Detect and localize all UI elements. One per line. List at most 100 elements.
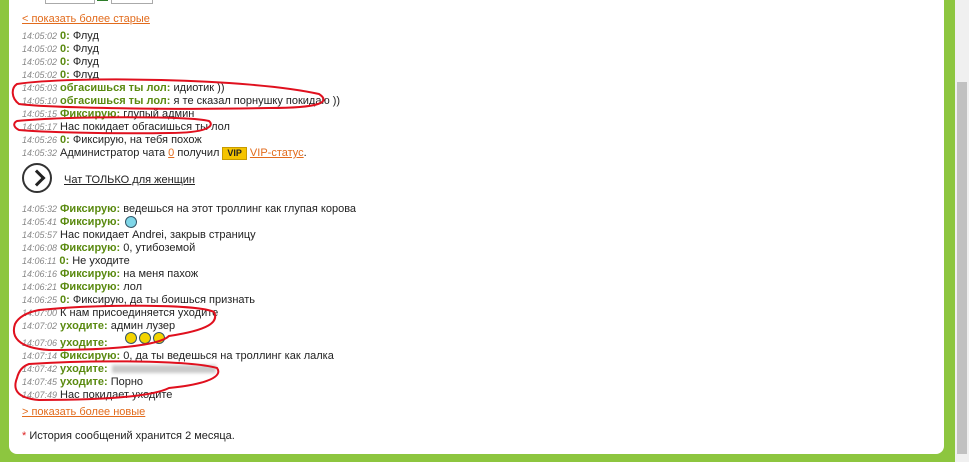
chat-message: 14:05:32 Фиксирую: ведешься на этот тролл…	[22, 203, 356, 216]
message-time: 14:05:57	[22, 230, 58, 240]
message-nick[interactable]: 0:	[60, 30, 70, 42]
message-time: 14:05:03	[22, 83, 58, 93]
message-time: 14:05:02	[22, 57, 58, 67]
system-message: 14:07:00 К нам присоединяется уходите	[22, 307, 218, 320]
message-text: Фиксирую, да ты боишься признать	[72, 294, 256, 306]
chat-message: 14:06:16 Фиксирую: на меня пахож	[22, 268, 198, 281]
smiley-icon	[125, 216, 138, 229]
message-time: 14:05:32	[22, 204, 58, 214]
vip-text-before: Администратор чата	[60, 147, 166, 159]
chat-message: 14:06:21 Фиксирую: лол	[22, 281, 142, 294]
message-nick[interactable]: Фиксирую:	[60, 281, 120, 293]
message-time: 14:05:32	[22, 148, 58, 158]
arrow-right-icon[interactable]	[22, 163, 52, 193]
message-time: 14:05:02	[22, 70, 58, 80]
message-text: Флуд	[72, 69, 99, 81]
system-message: 14:05:57 Нас покидает Andrei, закрыв стра…	[22, 229, 256, 242]
message-time: 14:07:45	[22, 377, 58, 387]
chat-message: 14:05:02 0: Флуд	[22, 56, 99, 69]
vip-dot: .	[303, 147, 307, 159]
message-text: Нас покидает обгасишься ты лол	[60, 121, 230, 133]
message-time: 14:05:17	[22, 122, 58, 132]
vip-badge: VIP	[222, 147, 247, 160]
message-text: Флуд	[72, 30, 99, 42]
message-text: глупый админ	[123, 108, 195, 120]
redacted-link	[111, 365, 216, 374]
top-button[interactable]	[111, 0, 153, 4]
chat-message: 14:05:03 обгасишься ты лол: идиотик ))	[22, 82, 224, 95]
message-time: 14:05:15	[22, 109, 58, 119]
message-nick[interactable]: 0:	[60, 43, 70, 55]
message-time: 14:06:21	[22, 282, 58, 292]
red-annotations	[11, 78, 325, 402]
vip-text-mid: получил	[177, 147, 220, 159]
system-message: 14:07:49 Нас покидает уходите	[22, 389, 172, 402]
message-time: 14:07:02	[22, 321, 58, 331]
message-nick[interactable]: уходите:	[60, 376, 108, 388]
message-time: 14:06:16	[22, 269, 58, 279]
message-nick[interactable]: Фиксирую:	[60, 242, 120, 254]
message-nick[interactable]: Фиксирую:	[60, 268, 120, 280]
chat-message: 14:07:45 уходите: Порно	[22, 376, 143, 389]
vip-user-link[interactable]: 0	[168, 147, 174, 159]
chat-message: 14:07:14 Фиксирую: 0, да ты ведешься на т…	[22, 350, 334, 363]
chat-message: 14:06:25 0: Фиксирую, да ты боишься призн…	[22, 294, 255, 307]
women-chat-link[interactable]: Чат ТОЛЬКО для женщин	[64, 174, 195, 186]
chat-message: 14:05:26 0: Фиксирую, на тебя похож	[22, 134, 202, 147]
chat-message: 14:07:06 уходите:	[22, 332, 165, 350]
message-time: 14:05:10	[22, 96, 58, 106]
message-text: Порно	[110, 376, 144, 388]
message-nick[interactable]: уходите:	[60, 320, 108, 332]
message-time: 14:07:42	[22, 364, 58, 374]
footnote-star: *	[22, 430, 27, 442]
vip-message: 14:05:32 Администратор чата 0 получил VIP V…	[22, 147, 307, 160]
message-nick[interactable]: Фиксирую:	[60, 108, 120, 120]
message-text: 0, да ты ведешься на троллинг как лалка	[123, 350, 334, 362]
message-nick[interactable]: 0:	[59, 255, 69, 267]
message-time: 14:05:26	[22, 135, 58, 145]
scrollbar-thumb[interactable]	[957, 82, 967, 454]
message-time: 14:06:11	[22, 256, 57, 266]
page-scrollbar[interactable]	[955, 0, 969, 462]
message-text: Фиксирую, на тебя похож	[72, 134, 202, 146]
message-nick[interactable]: обгасишься ты лол:	[60, 82, 170, 94]
show-newer-link[interactable]: > показать более новые	[22, 406, 145, 418]
message-text: лол	[123, 281, 143, 293]
message-time: 14:07:00	[22, 308, 58, 318]
message-nick[interactable]: обгасишься ты лол:	[60, 95, 170, 107]
chat-message: 14:06:11 0: Не уходите	[22, 255, 130, 268]
message-nick[interactable]: 0:	[60, 69, 70, 81]
message-nick[interactable]: 0:	[60, 134, 70, 146]
chat-message: 14:05:02 0: Флуд	[22, 30, 99, 43]
chat-message: 14:07:42 уходите:	[22, 363, 216, 376]
show-older-link[interactable]: < показать более старые	[22, 13, 150, 25]
message-nick[interactable]: 0:	[60, 294, 70, 306]
message-text: Не уходите	[72, 255, 130, 267]
message-nick[interactable]: 0:	[60, 56, 70, 68]
chat-panel: < показать более старые 14:05:02 0: Флуд …	[9, 0, 944, 454]
message-time: 14:06:08	[22, 243, 58, 253]
message-nick[interactable]: Фиксирую:	[60, 350, 120, 362]
top-input[interactable]	[45, 0, 95, 4]
message-time: 14:07:14	[22, 351, 58, 361]
message-time: 14:05:02	[22, 44, 58, 54]
chat-message: 14:05:15 Фиксирую: глупый админ	[22, 108, 194, 121]
message-time: 14:07:49	[22, 390, 58, 400]
top-checkbox[interactable]	[97, 0, 108, 1]
message-time: 14:07:06	[22, 338, 58, 348]
message-time: 14:05:02	[22, 31, 58, 41]
smiley-icon	[152, 332, 165, 345]
emoji-group	[123, 332, 165, 345]
footnote-text: История сообщений хранится 2 месяца.	[29, 430, 235, 442]
message-nick[interactable]: Фиксирую:	[60, 203, 120, 215]
message-text: Флуд	[72, 56, 99, 68]
message-nick[interactable]: уходите:	[60, 363, 108, 375]
message-text: на меня пахож	[123, 268, 199, 280]
chat-message: 14:05:02 0: Флуд	[22, 43, 99, 56]
message-nick[interactable]: Фиксирую:	[60, 216, 120, 228]
message-nick[interactable]: уходите:	[60, 337, 108, 349]
chat-message: 14:05:02 0: Флуд	[22, 69, 99, 82]
vip-status-link[interactable]: VIP-статус	[250, 147, 304, 159]
smiley-icon	[138, 332, 151, 345]
chat-message: 14:06:08 Фиксирую: 0, утибоземой	[22, 242, 195, 255]
